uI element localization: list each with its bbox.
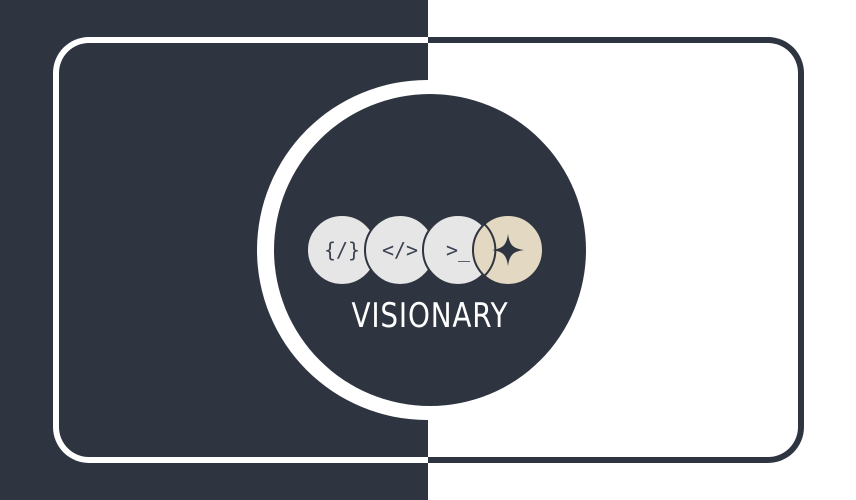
four-point-star-icon (472, 214, 544, 286)
brand-logo-canvas: {/} </> >_ VISIONARY (0, 0, 856, 500)
brand-wordmark: VISIONARY (351, 296, 509, 336)
icon-row: {/} </> >_ (306, 214, 546, 286)
chip-glyph: </> (381, 238, 419, 262)
chip-glyph: {/} (323, 238, 361, 262)
chip-glyph: >_ (445, 238, 471, 262)
star-shape (492, 234, 524, 266)
